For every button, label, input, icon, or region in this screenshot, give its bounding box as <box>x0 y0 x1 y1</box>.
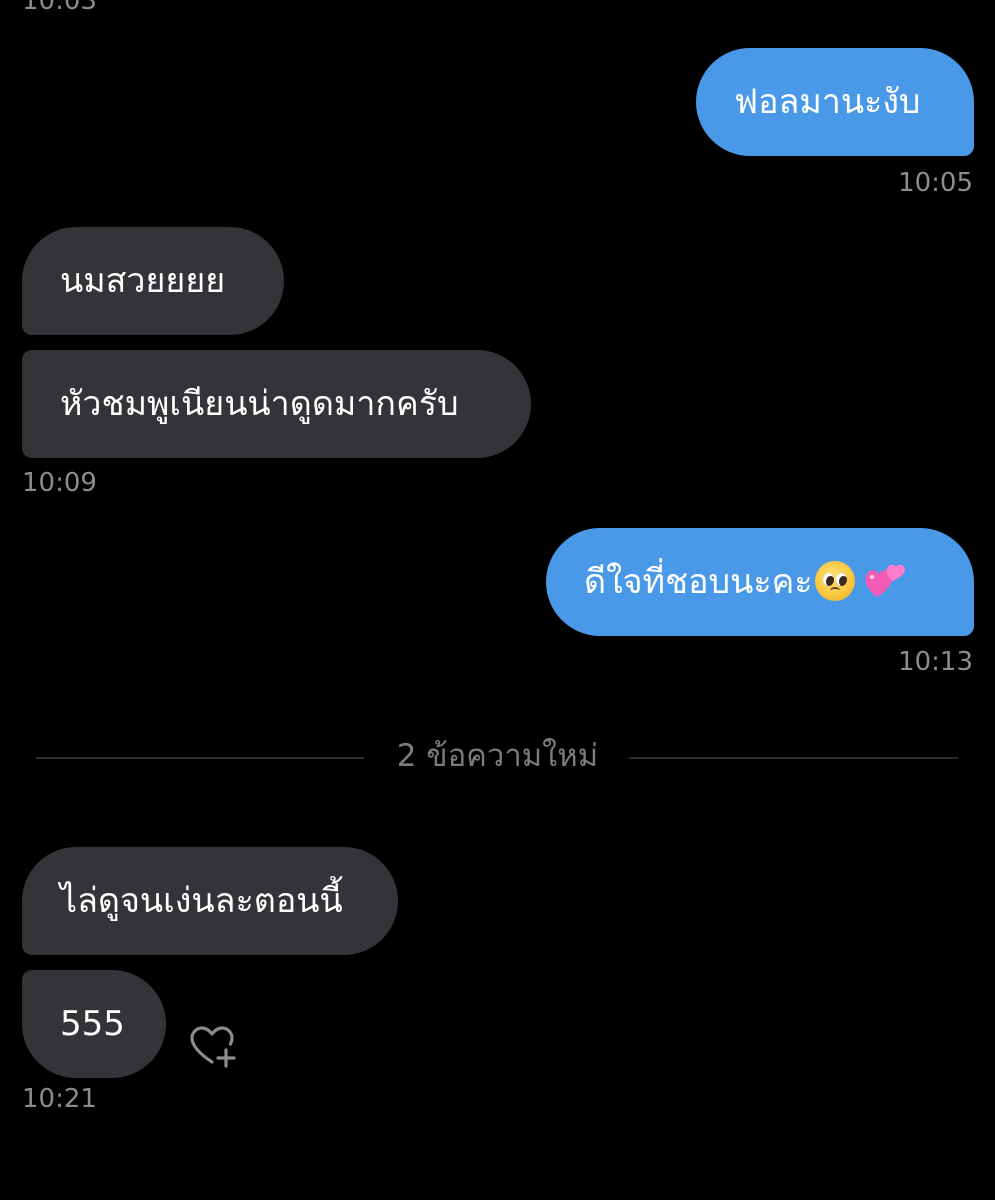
divider-line-right <box>629 757 958 759</box>
outgoing-message[interactable]: ฟอลมานะงับ <box>696 48 974 156</box>
divider-line-left <box>36 757 364 759</box>
incoming-message[interactable]: นมสวยยยย <box>22 227 284 335</box>
incoming-message[interactable]: หัวชมพูเนียนน่าดูดมากครับ <box>22 350 531 458</box>
pleading-face-icon <box>814 561 855 601</box>
timestamp-top: 10:03 <box>22 0 97 16</box>
outgoing-message[interactable]: ดีใจที่ชอบนะคะ <box>546 528 974 636</box>
timestamp: 10:05 <box>898 168 973 198</box>
incoming-message[interactable]: ไล่ดูจนเง่นละตอนนี้ <box>22 847 398 955</box>
timestamp: 10:13 <box>898 647 973 677</box>
message-text: ดีใจที่ชอบนะคะ <box>584 562 813 602</box>
incoming-message[interactable]: 555 <box>22 970 166 1078</box>
timestamp: 10:21 <box>22 1084 97 1114</box>
timestamp: 10:09 <box>22 468 97 498</box>
new-messages-divider: 2 ข้อความใหม่ <box>396 738 599 774</box>
heart-plus-icon[interactable] <box>188 1024 238 1068</box>
two-hearts-icon <box>865 564 905 597</box>
